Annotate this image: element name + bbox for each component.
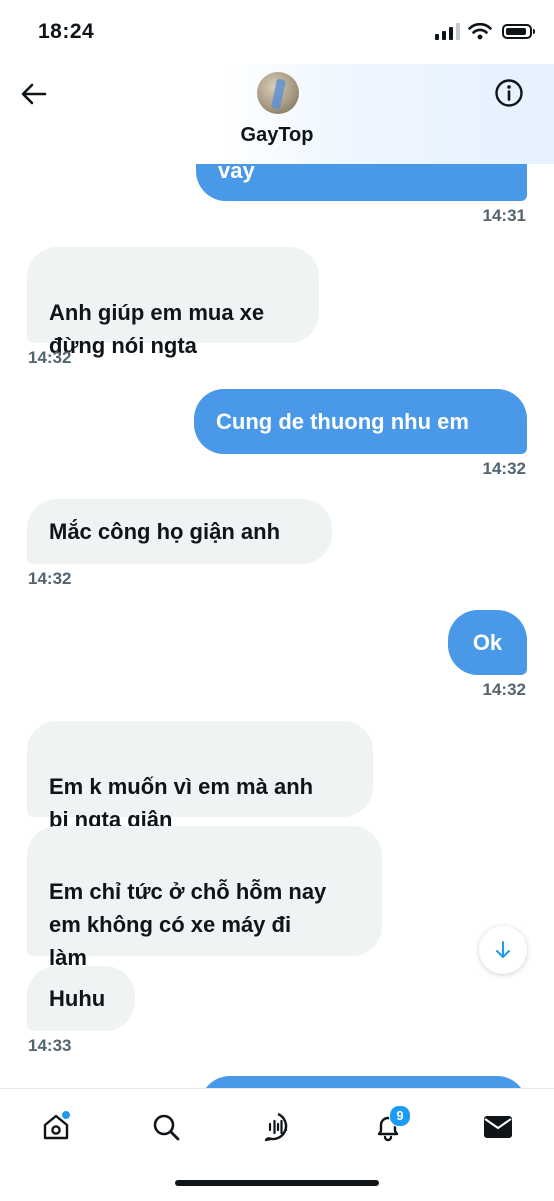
wifi-icon xyxy=(468,22,492,40)
contact-name[interactable]: GayTop xyxy=(0,124,554,147)
nav-notifications[interactable]: 9 xyxy=(368,1105,411,1147)
home-indicator[interactable] xyxy=(175,1180,379,1186)
message-bubble-incoming[interactable]: Mắc công họ giận anh xyxy=(27,499,332,564)
message-timestamp: 14:32 xyxy=(482,459,526,478)
unread-dot-badge xyxy=(61,1110,71,1120)
nav-home[interactable] xyxy=(36,1107,76,1147)
cellular-signal-icon xyxy=(435,22,460,40)
back-button[interactable] xyxy=(18,78,50,110)
conversation-info-button[interactable] xyxy=(494,78,526,110)
scroll-to-bottom-button[interactable] xyxy=(479,926,527,974)
arrow-down-icon xyxy=(494,940,512,960)
message-bubble-incoming[interactable]: Em k muốn vì em mà anh bị ngta giận xyxy=(27,721,373,832)
spaces-icon xyxy=(262,1111,294,1143)
battery-icon xyxy=(502,23,535,39)
nav-messages[interactable] xyxy=(478,1107,518,1147)
notification-count-badge: 9 xyxy=(389,1105,411,1127)
info-icon xyxy=(494,78,526,108)
message-bubble-outgoing[interactable]: Cung de thuong nhu em xyxy=(194,389,527,454)
message-bubble-outgoing[interactable]: Ok xyxy=(448,610,527,675)
message-timestamp: 14:32 xyxy=(28,569,72,588)
status-icons xyxy=(435,22,535,40)
message-bubble-incoming[interactable]: Huhu xyxy=(27,966,135,1031)
nav-search[interactable] xyxy=(146,1107,186,1147)
message-bubble-outgoing[interactable] xyxy=(200,1076,527,1088)
status-time: 18:24 xyxy=(38,20,95,43)
message-timestamp: 14:32 xyxy=(28,348,72,367)
search-icon xyxy=(151,1112,181,1142)
message-timestamp: 14:32 xyxy=(482,680,526,699)
arrow-left-icon xyxy=(21,83,47,105)
messages-icon xyxy=(483,1115,513,1139)
message-bubble-incoming[interactable]: Em chỉ tức ở chỗ hỗm nay em không có xe … xyxy=(27,826,382,970)
status-bar: 18:24 xyxy=(0,0,554,64)
message-timestamp: 14:31 xyxy=(482,206,526,225)
nav-spaces[interactable] xyxy=(258,1107,298,1147)
conversation-header: GayTop xyxy=(0,64,554,164)
message-bubble-incoming[interactable]: Anh giúp em mua xe đừng nói ngta xyxy=(27,247,319,358)
message-timestamp: 14:33 xyxy=(28,1036,72,1055)
avatar[interactable] xyxy=(257,72,299,114)
